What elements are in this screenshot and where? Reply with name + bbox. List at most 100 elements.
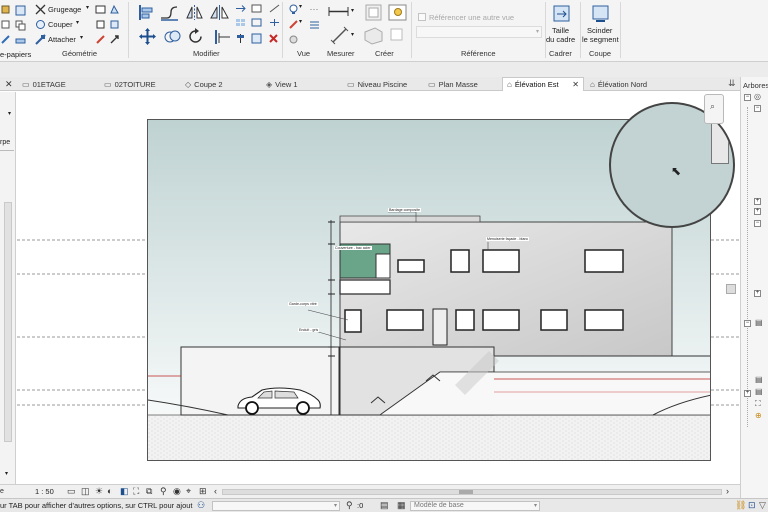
- rotate-icon[interactable]: [186, 27, 204, 45]
- scroll-right-icon[interactable]: ›: [726, 486, 729, 496]
- couper-chevron-down-icon[interactable]: ▾: [76, 19, 79, 26]
- scroll-down-icon[interactable]: ▾: [5, 470, 8, 477]
- highlight-icon[interactable]: ⊞: [199, 486, 207, 497]
- attach-icon[interactable]: [34, 33, 46, 45]
- split-segment-line2[interactable]: le segment: [582, 35, 619, 44]
- grugeage-button[interactable]: Grugeage: [48, 5, 81, 14]
- cope-icon[interactable]: [14, 4, 26, 16]
- paste-icon[interactable]: [0, 4, 10, 14]
- wall-join-icon[interactable]: [94, 3, 106, 15]
- scale-icon[interactable]: [250, 17, 262, 27]
- join-icon[interactable]: [14, 34, 26, 46]
- select-underlay-icon[interactable]: ⊡: [748, 500, 756, 511]
- dimension-chevron-down-icon[interactable]: ▾: [351, 31, 354, 38]
- split-icon[interactable]: [268, 17, 280, 27]
- crop-size-line1[interactable]: Taille: [552, 26, 569, 35]
- copy-small-icon[interactable]: [250, 3, 262, 13]
- mirror-draw-axis-icon[interactable]: [208, 3, 230, 21]
- tree-collapse-icon[interactable]: −: [744, 320, 751, 327]
- array-icon[interactable]: [234, 17, 246, 27]
- reference-checkbox[interactable]: [418, 13, 426, 21]
- tab-plan-masse[interactable]: ▭ Plan Masse: [424, 77, 502, 91]
- sun-path-icon[interactable]: ☀: [95, 486, 103, 497]
- thin-lines-icon[interactable]: [308, 18, 320, 30]
- create-parts-icon[interactable]: [389, 27, 403, 41]
- scrollbar-thumb[interactable]: [459, 490, 473, 494]
- properties-chevron-down-icon[interactable]: ▾: [8, 110, 11, 117]
- annotation-tag[interactable]: Couverture - bac acier: [334, 246, 372, 250]
- family-node-icon[interactable]: ▤: [755, 387, 763, 396]
- unpin-icon[interactable]: [250, 32, 262, 44]
- tab-coupe-2[interactable]: ◇ Coupe 2: [181, 77, 259, 91]
- tab-elevation-nord[interactable]: ⌂ Élévation Nord: [586, 77, 686, 91]
- close-panel-icon[interactable]: ✕: [5, 79, 13, 90]
- editable-only-icon[interactable]: ⚲: [346, 500, 353, 511]
- show-crop-icon[interactable]: ⧉: [146, 486, 152, 497]
- annotation-tag[interactable]: Bardage composite: [388, 208, 421, 212]
- isolate-icon[interactable]: [308, 3, 320, 15]
- crop-size-icon[interactable]: [551, 3, 571, 23]
- tree-collapse-icon[interactable]: −: [744, 94, 751, 101]
- canvas-horizontal-scrollbar[interactable]: [222, 489, 722, 495]
- dimension-icon[interactable]: [329, 25, 349, 45]
- match-type-icon[interactable]: [0, 34, 10, 44]
- cut-icon[interactable]: [34, 18, 46, 30]
- annotation-tag[interactable]: Enduit - gris: [298, 328, 320, 332]
- tree-expand-icon[interactable]: +: [754, 198, 761, 205]
- family-node-icon[interactable]: ▤: [755, 375, 763, 384]
- wall-tool-icon[interactable]: [108, 33, 120, 45]
- split-segment-icon[interactable]: [590, 3, 610, 23]
- properties-scrollbar[interactable]: [4, 202, 12, 442]
- create-similar-icon[interactable]: [364, 3, 382, 21]
- visual-style-icon[interactable]: ◫: [81, 486, 90, 497]
- copy-icon[interactable]: [14, 19, 26, 31]
- tab-overflow-icon[interactable]: ⇊: [728, 78, 736, 89]
- view-node-icon[interactable]: ◎: [754, 92, 761, 101]
- measure-chevron-down-icon[interactable]: ▾: [351, 7, 354, 14]
- pin-icon[interactable]: [234, 32, 246, 44]
- tab-elevation-est[interactable]: ⌂ Élévation Est ✕: [502, 77, 584, 91]
- reveal-hidden-icon[interactable]: ◉: [173, 486, 181, 497]
- grugeage-icon[interactable]: [34, 3, 46, 15]
- annotation-tag[interactable]: Garde-corps vitré: [288, 302, 318, 306]
- render-icon[interactable]: ◧: [120, 486, 129, 497]
- design-options-icon[interactable]: ▤: [380, 500, 389, 511]
- move-icon[interactable]: [138, 27, 156, 45]
- navigation-bar[interactable]: ⌕: [704, 94, 724, 124]
- create-assembly-icon[interactable]: [362, 25, 384, 45]
- linework-chevron-down-icon[interactable]: ▾: [299, 18, 302, 25]
- move-small-icon[interactable]: [234, 3, 246, 13]
- split-segment-line1[interactable]: Scinder: [587, 26, 612, 35]
- link-selection-icon[interactable]: ⛓: [735, 500, 746, 511]
- measure-distance-icon[interactable]: [327, 4, 349, 18]
- shadows-icon[interactable]: ◐: [107, 486, 112, 496]
- delete-icon[interactable]: [267, 32, 279, 44]
- attacher-button[interactable]: Attacher: [48, 35, 76, 44]
- crop-view-icon[interactable]: ⛶: [133, 486, 139, 497]
- filter-icon[interactable]: ▽: [759, 500, 766, 511]
- analytical-icon[interactable]: ⌖: [186, 486, 191, 497]
- tab-niveau-piscine[interactable]: ▭ Niveau Piscine: [343, 77, 421, 91]
- offset-icon[interactable]: [158, 3, 180, 21]
- copy-elements-icon[interactable]: [162, 27, 182, 45]
- reference-view-select[interactable]: ▾: [416, 26, 542, 38]
- trim-icon[interactable]: [268, 3, 280, 13]
- create-group-icon[interactable]: [387, 3, 407, 21]
- attacher-chevron-down-icon[interactable]: ▾: [80, 34, 83, 41]
- couper-button[interactable]: Couper: [48, 20, 73, 29]
- crop-size-line2[interactable]: du cadre: [546, 35, 575, 44]
- tree-collapse-icon[interactable]: −: [754, 220, 761, 227]
- temporary-hide-icon[interactable]: ⚲: [160, 486, 167, 497]
- mirror-axis-icon[interactable]: [184, 3, 204, 21]
- design-option-select[interactable]: Modèle de base ▾: [410, 501, 540, 511]
- remove-paint-icon[interactable]: [108, 18, 120, 30]
- view-scale[interactable]: 1 : 50: [35, 487, 54, 496]
- demolish-icon[interactable]: [94, 33, 106, 45]
- links-node-icon[interactable]: ⊕: [755, 411, 762, 420]
- worksharing-icon[interactable]: ⚇: [197, 500, 205, 511]
- align-icon[interactable]: [136, 3, 154, 21]
- tab-01etage[interactable]: ▭ 01ETAGE: [18, 77, 96, 91]
- split-face-icon[interactable]: [108, 3, 120, 15]
- annotation-tag[interactable]: Menuiserie façade - blanc: [486, 237, 530, 241]
- override-icon[interactable]: [287, 33, 299, 45]
